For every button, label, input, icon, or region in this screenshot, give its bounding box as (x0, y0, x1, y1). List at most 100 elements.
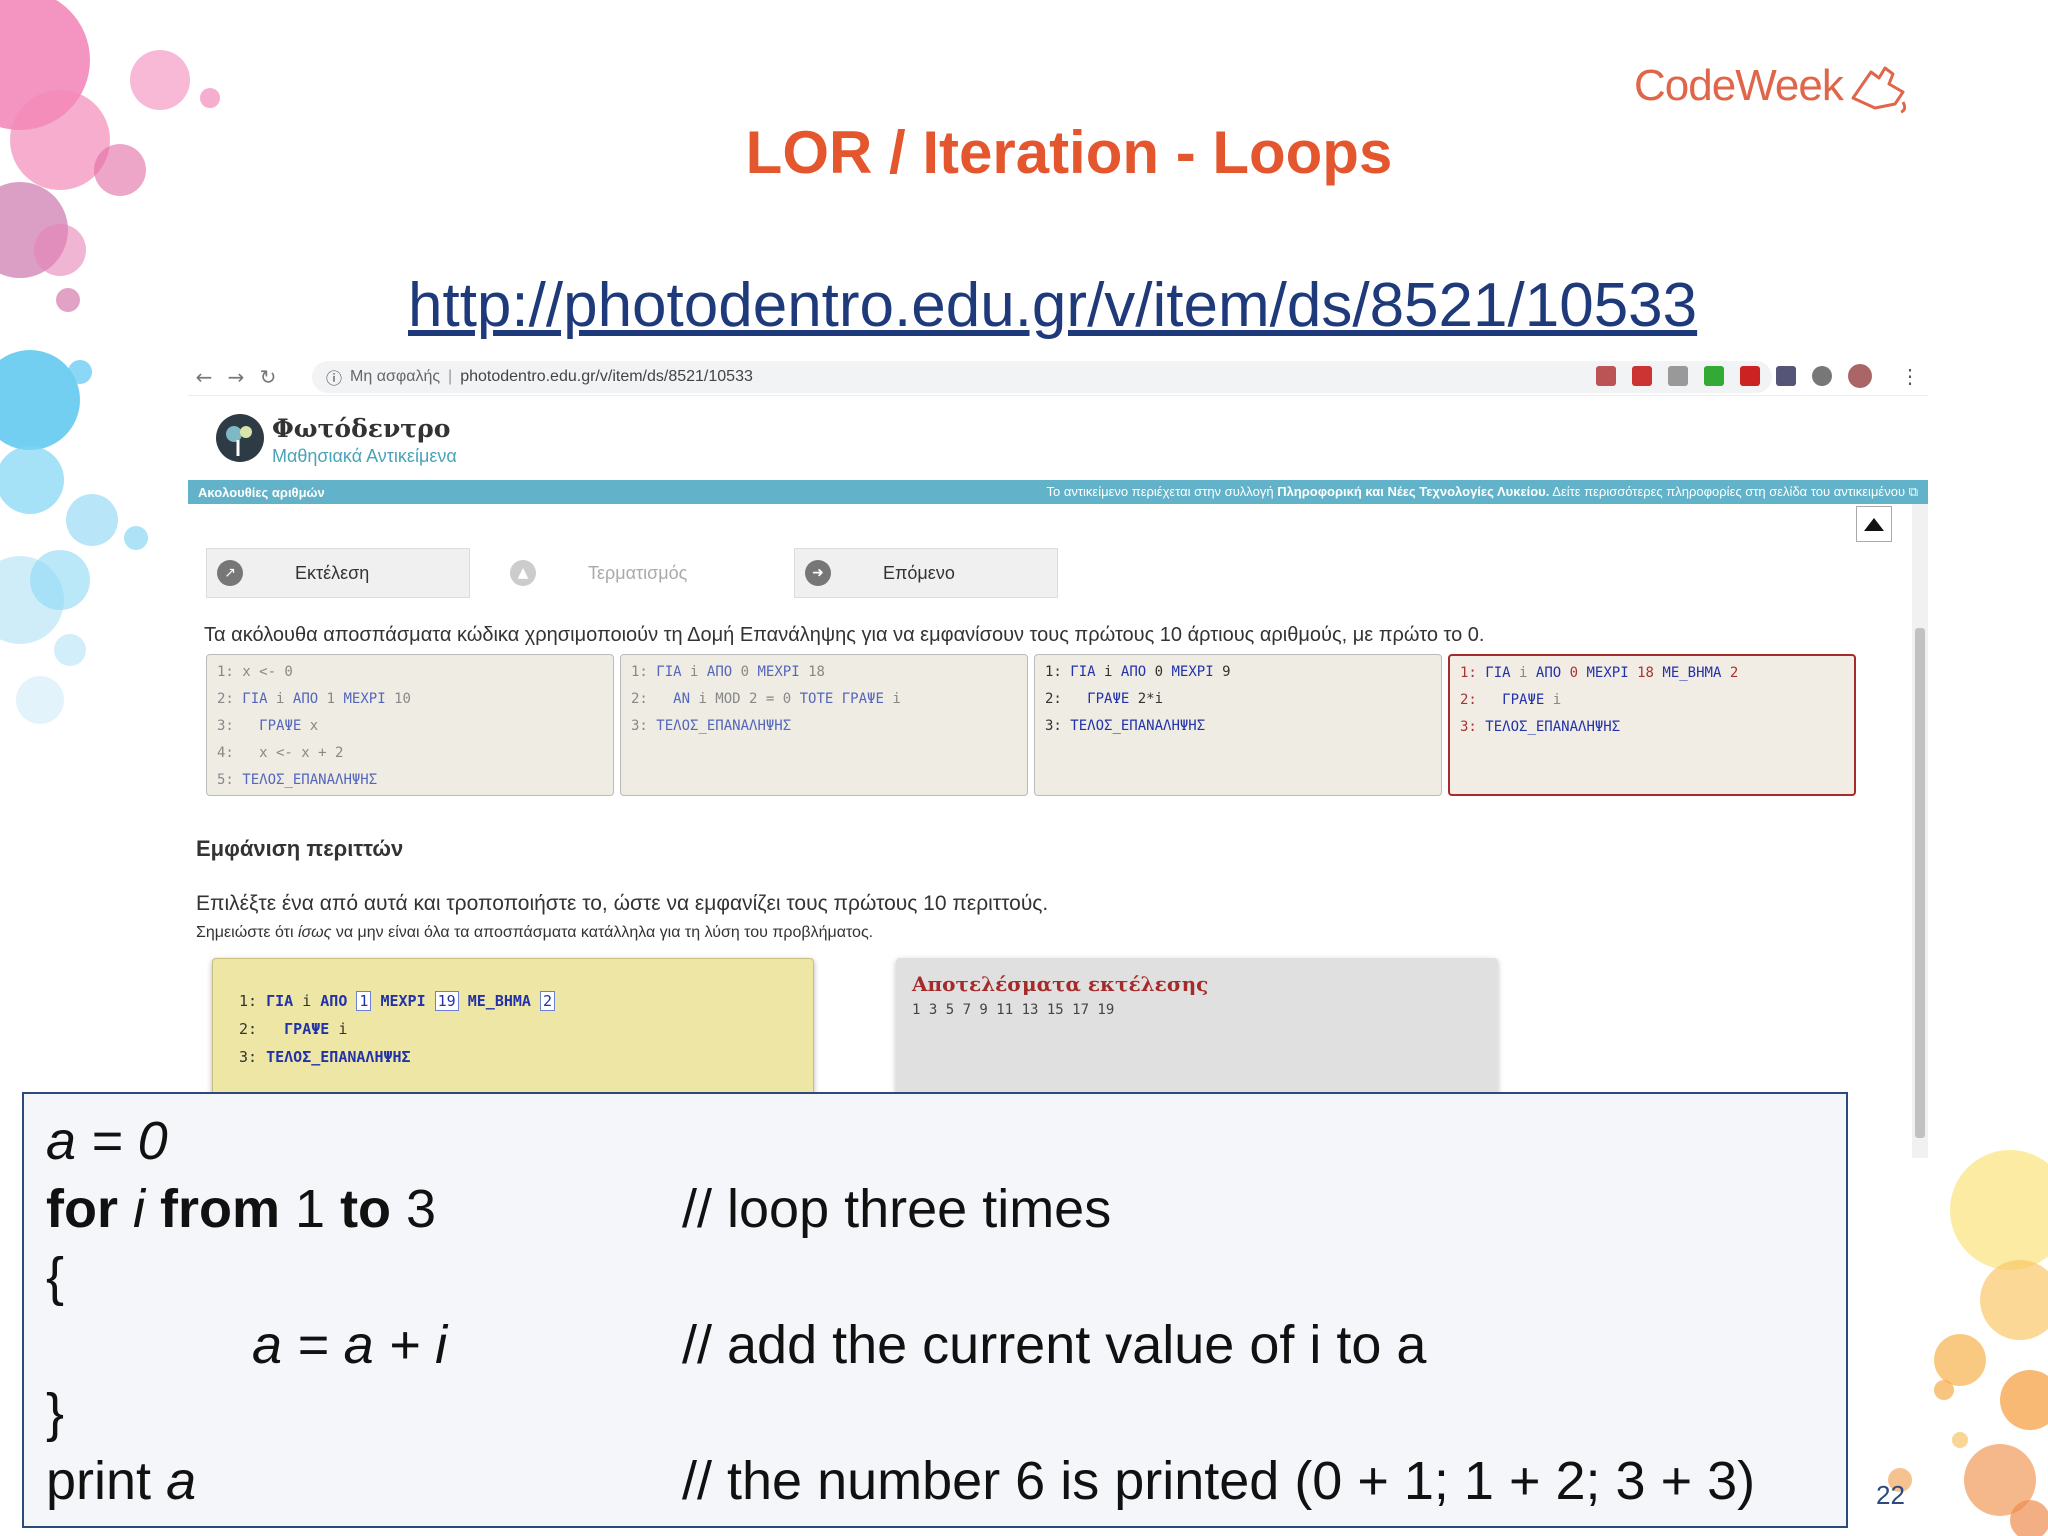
stop-label: Τερματισμός (588, 562, 688, 583)
snippet-line: 5: ΤΕΛΟΣ_ΕΠΑΝΑΛΗΨΗΣ (217, 772, 378, 788)
from-value-field[interactable]: 1 (356, 991, 372, 1011)
circle-extension-icon[interactable] (1812, 366, 1832, 386)
snippet-line: 1: x <- 0 (217, 664, 293, 680)
kw-to: ΜΕΧΡΙ (380, 992, 426, 1010)
code-comment: // add the current value of i to a (682, 1315, 1427, 1375)
snippet-line: 1: ΓΙΑ i ΑΠΟ 0 ΜΕΧΡΙ 9 (1045, 664, 1231, 680)
code-comment: // loop three times (682, 1179, 1112, 1239)
bar-right-text: Το αντικείμενο περιέχεται στην συλλογή Π… (1047, 484, 1918, 500)
scroll-up-button[interactable] (1856, 506, 1892, 542)
results-output: 1 3 5 7 9 11 13 15 17 19 (912, 1002, 1115, 1018)
logo-text: CodeWeek (1634, 61, 1844, 110)
line-number: 1: (239, 992, 258, 1010)
code-text: print (46, 1451, 167, 1511)
embedded-browser-screenshot: ← → ↻ ⓘ Μη ασφαλής | photodentro.edu.gr/… (188, 358, 1928, 1158)
kw-for: ΓΙΑ (266, 992, 294, 1010)
note-prefix: Σημειώστε ότι (196, 924, 298, 941)
pseudocode-line-2: for i from 1 to 3 // loop three times (46, 1178, 1111, 1240)
snippet-line: 1: ΓΙΑ i ΑΠΟ 0 ΜΕΧΡΙ 18 (631, 664, 825, 680)
bar-right-prefix: Το αντικείμενο περιέχεται στην συλλογή (1046, 484, 1278, 499)
loop-variable: i (302, 992, 312, 1010)
line-number: 2: (239, 1020, 258, 1038)
app-button-row: ↗ Εκτέλεση ▲ Τερματισμός ➜ Επόμενο (206, 548, 1058, 598)
stop-icon: ▲ (510, 560, 536, 586)
forward-icon[interactable]: → (220, 365, 252, 389)
code-comment: // the number 6 is printed (0 + 1; 1 + 2… (682, 1451, 1756, 1511)
code-text: 3 (391, 1179, 437, 1239)
site-name: Φωτόδεντρο (272, 414, 451, 443)
scrollbar[interactable] (1912, 504, 1928, 1158)
snippet-line: 2: ΑΝ i MOD 2 = 0 ΤΟΤΕ ΓΡΑΨΕ i (631, 691, 901, 707)
external-link-icon[interactable]: ⧉ (1909, 484, 1918, 499)
pointer-hand-icon (1851, 66, 1906, 114)
profile-avatar-icon[interactable] (1848, 364, 1872, 388)
snippet-line: 4: x <- x + 2 (217, 745, 344, 761)
insecure-label: Μη ασφαλής (350, 368, 441, 385)
address-separator: | (448, 368, 453, 385)
snippet-line: 3: ΤΕΛΟΣ_ΕΠΑΝΑΛΗΨΗΣ (1460, 719, 1621, 735)
code-keyword: to (340, 1179, 392, 1239)
note-text: Σημειώστε ότι ίσως να μην είναι όλα τα α… (196, 924, 873, 942)
flag-extension-icon[interactable] (1740, 366, 1760, 386)
snippet-line: 2: ΓΡΑΨΕ 2*i (1045, 691, 1164, 707)
snippet-4-selected[interactable]: 1: ΓΙΑ i ΑΠΟ 0 ΜΕΧΡΙ 18 ΜΕ_ΒΗΜΑ 2 2: ΓΡΑ… (1448, 654, 1856, 796)
pseudocode-line-4: a = a + i // add the current value of i … (46, 1314, 1426, 1376)
code-text: a = 0 (46, 1111, 168, 1171)
slide-title: LOR / Iteration - Loops (745, 119, 1393, 186)
editor-line-1: 1: ΓΙΑ i ΑΠΟ 1 ΜΕΧΡΙ 19 ΜΕ_ΒΗΜΑ 2 (239, 987, 787, 1015)
acrobat-extension-icon[interactable] (1632, 366, 1652, 386)
puzzle-extension-icon[interactable] (1776, 366, 1796, 386)
code-text: a = a + i (252, 1315, 448, 1375)
bar-right-suffix[interactable]: Δείτε περισσότερες πληροφορίες στη σελίδ… (1549, 484, 1905, 499)
kw-end-loop: ΤΕΛΟΣ_ΕΠΑΝΑΛΗΨΗΣ (266, 1048, 411, 1066)
code-keyword: from (160, 1179, 281, 1239)
slide-url-link[interactable]: http://photodentro.edu.gr/v/item/ds/8521… (408, 270, 1697, 341)
snippet-1[interactable]: 1: x <- 0 2: ΓΙΑ i ΑΠΟ 1 ΜΕΧΡΙ 10 3: ΓΡΑ… (206, 654, 614, 796)
kw-step: ΜΕ_ΒΗΜΑ (467, 992, 531, 1010)
section-title: Εμφάνιση περιττών (196, 836, 404, 861)
code-keyword: for (46, 1179, 118, 1239)
code-text: 1 (280, 1179, 341, 1239)
browser-menu-icon[interactable]: ⋮ (1900, 364, 1920, 389)
pdf-extension-icon[interactable] (1596, 366, 1616, 386)
snippet-line: 3: ΤΕΛΟΣ_ΕΠΑΝΑΛΗΨΗΣ (1045, 718, 1206, 734)
snippet-line: 3: ΤΕΛΟΣ_ΕΠΑΝΑΛΗΨΗΣ (631, 718, 792, 734)
results-title: Αποτελέσματα εκτέλεσης (912, 972, 1209, 996)
snippet-line: 2: ΓΙΑ i ΑΠΟ 1 ΜΕΧΡΙ 10 (217, 691, 411, 707)
cast-extension-icon[interactable] (1668, 366, 1688, 386)
snippet-line: 1: ΓΙΑ i ΑΠΟ 0 ΜΕΧΡΙ 18 ΜΕ_ΒΗΜΑ 2 (1460, 665, 1739, 681)
intro-text: Τα ακόλουθα αποσπάσματα κώδικα χρησιμοπο… (204, 624, 1485, 646)
site-subtitle: Μαθησιακά Αντικείμενα (272, 446, 457, 466)
kw-print: ΓΡΑΨΕ (284, 1020, 330, 1038)
step-value-field[interactable]: 2 (540, 991, 556, 1011)
scrollbar-thumb[interactable] (1915, 628, 1925, 1138)
editor-line-2: 2: ΓΡΑΨΕ i (239, 1015, 787, 1043)
bar-right-bold[interactable]: Πληροφορική και Νέες Τεχνολογίες Λυκείου… (1277, 484, 1549, 499)
snippet-line: 2: ΓΡΑΨΕ i (1460, 692, 1562, 708)
loop-variable: i (338, 1020, 348, 1038)
back-icon[interactable]: ← (188, 365, 220, 389)
extension-icons (1596, 364, 1872, 388)
run-button[interactable]: ↗ Εκτέλεση (206, 548, 470, 598)
page-number: 22 (1876, 1480, 1905, 1510)
info-icon: ⓘ (326, 371, 343, 388)
run-label: Εκτέλεση (295, 562, 370, 583)
snippet-3[interactable]: 1: ΓΙΑ i ΑΠΟ 0 ΜΕΧΡΙ 9 2: ΓΡΑΨΕ 2*i 3: Τ… (1034, 654, 1442, 796)
to-value-field[interactable]: 19 (434, 991, 459, 1011)
next-label: Επόμενο (883, 562, 955, 583)
pseudocode-line-3: { (46, 1247, 65, 1307)
pseudocode-line-1: a = 0 (46, 1110, 168, 1172)
collection-bar: Ακολουθίες αριθμών Το αντικείμενο περιέχ… (188, 480, 1928, 504)
address-text: photodentro.edu.gr/v/item/ds/8521/10533 (460, 368, 753, 385)
stop-button[interactable]: ▲ Τερματισμός (500, 548, 764, 598)
pseudocode-line-5: } (46, 1383, 65, 1443)
next-arrow-icon: ➜ (805, 560, 831, 586)
android-extension-icon[interactable] (1704, 366, 1724, 386)
note-suffix: να μην είναι όλα τα αποσπάσματα κατάλληλ… (331, 924, 874, 941)
reload-icon[interactable]: ↻ (252, 365, 284, 389)
address-bar[interactable]: ⓘ Μη ασφαλής | photodentro.edu.gr/v/item… (312, 361, 1772, 393)
next-button[interactable]: ➜ Επόμενο (794, 548, 1058, 598)
up-triangle-icon (1864, 518, 1884, 531)
snippet-2[interactable]: 1: ΓΙΑ i ΑΠΟ 0 ΜΕΧΡΙ 18 2: ΑΝ i MOD 2 = … (620, 654, 1028, 796)
instruction-text: Επιλέξτε ένα από αυτά και τροποποιήστε τ… (196, 892, 1049, 915)
